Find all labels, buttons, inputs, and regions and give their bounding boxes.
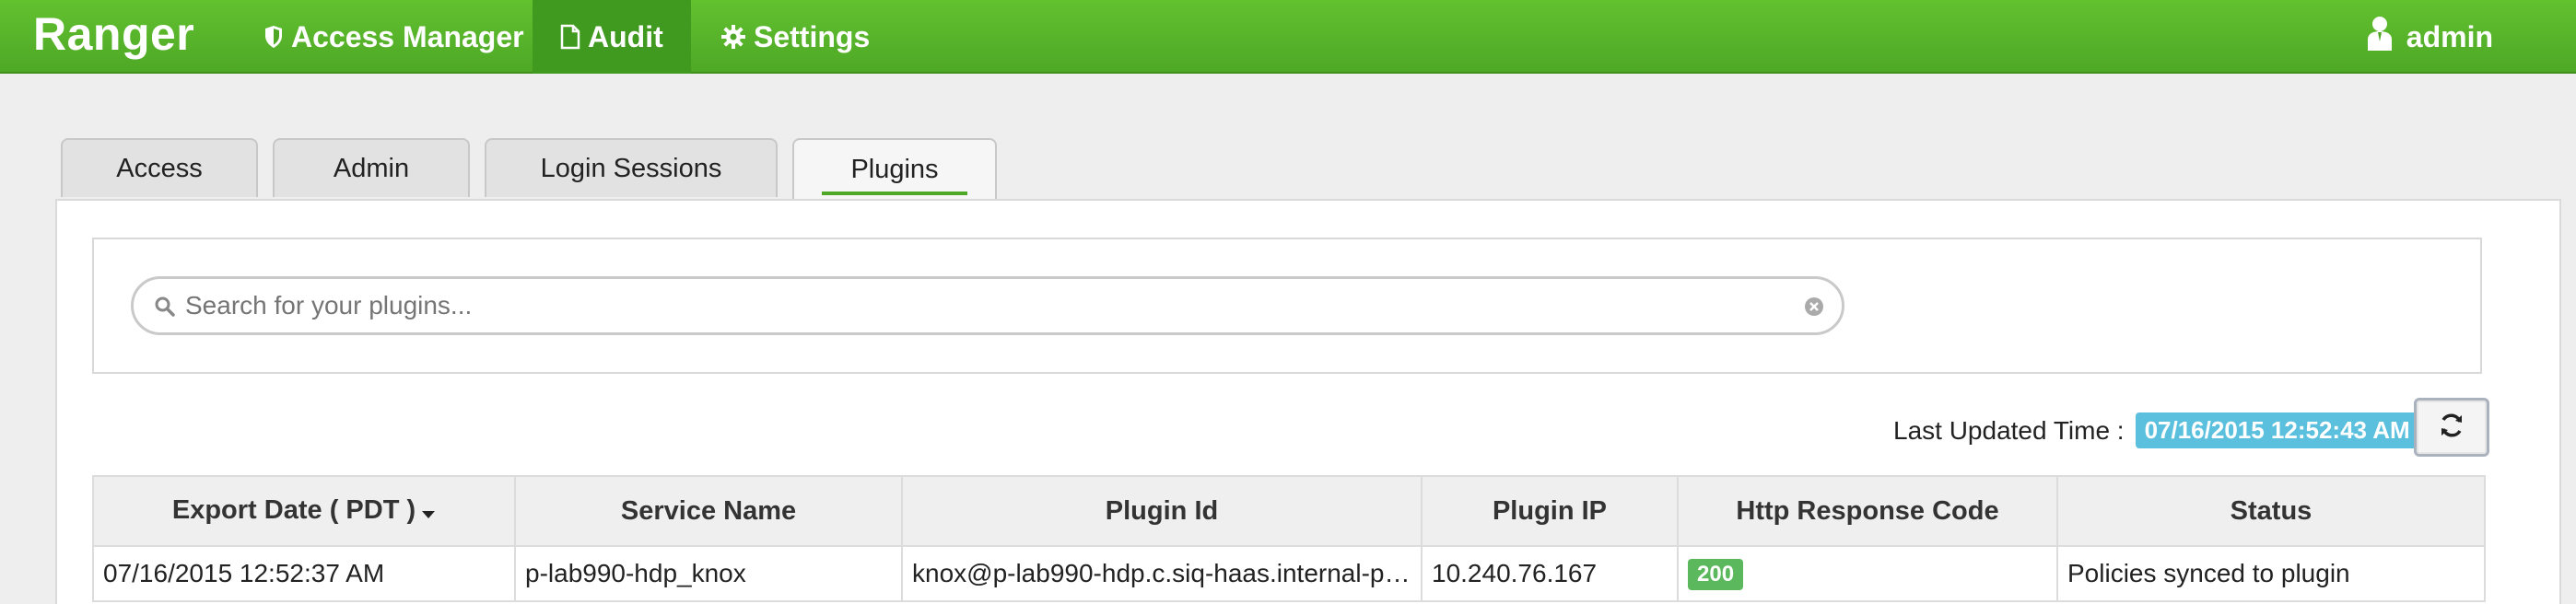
tab-access-label: Access: [116, 153, 203, 183]
http-code-badge: 200: [1688, 558, 1744, 590]
cell-status: Policies synced to plugin: [2056, 545, 2486, 602]
nav-access-manager[interactable]: Access Manager: [236, 0, 552, 74]
active-tab-indicator: [822, 192, 967, 195]
cell-service-name: p-lab990-hdp_knox: [514, 545, 903, 602]
tab-login-sessions[interactable]: Login Sessions: [485, 138, 778, 197]
tab-access[interactable]: Access: [61, 138, 258, 197]
table-row: 07/16/2015 12:52:37 AM p-lab990-hdp_knox…: [92, 545, 2486, 602]
search-icon: [154, 296, 176, 322]
column-header-service-name[interactable]: Service Name: [514, 475, 903, 547]
nav-audit[interactable]: Audit: [533, 0, 691, 74]
search-bar[interactable]: [131, 276, 1844, 335]
cell-http-response-code: 200: [1677, 545, 2058, 602]
tab-admin[interactable]: Admin: [273, 138, 470, 197]
user-icon: [2366, 16, 2394, 58]
nav-access-manager-label: Access Manager: [291, 19, 524, 53]
column-header-plugin-id[interactable]: Plugin Id: [901, 475, 1423, 547]
last-updated-time-badge: 07/16/2015 12:52:43 AM: [2135, 412, 2419, 448]
column-header-export-date[interactable]: Export Date ( PDT ): [92, 475, 516, 547]
tab-plugins-label: Plugins: [850, 154, 939, 184]
search-input[interactable]: [185, 291, 1751, 320]
column-header-status[interactable]: Status: [2056, 475, 2486, 547]
gear-icon: [720, 24, 746, 50]
sort-desc-icon: [421, 496, 436, 527]
user-name: admin: [2406, 19, 2493, 53]
nav-settings[interactable]: Settings: [693, 0, 897, 74]
cell-plugin-id: knox@p-lab990-hdp.c.siq-haas.internal-p-…: [901, 545, 1423, 602]
cell-plugin-ip: 10.240.76.167: [1421, 545, 1679, 602]
tab-login-sessions-label: Login Sessions: [540, 153, 722, 183]
file-icon: [560, 24, 580, 50]
table-header-row: Export Date ( PDT ) Service Name Plugin …: [92, 475, 2486, 547]
tab-plugins[interactable]: Plugins: [792, 138, 997, 199]
last-updated: Last Updated Time : 07/16/2015 12:52:43 …: [1893, 412, 2419, 448]
top-navbar: Ranger Access Manager Audit Settings adm…: [0, 0, 2576, 74]
user-menu[interactable]: admin: [2366, 0, 2493, 74]
shield-icon: [263, 25, 284, 49]
column-header-http-response-code[interactable]: Http Response Code: [1677, 475, 2058, 547]
nav-audit-label: Audit: [588, 19, 663, 53]
refresh-icon: [2438, 412, 2465, 444]
last-updated-label: Last Updated Time :: [1893, 415, 2125, 445]
nav-settings-label: Settings: [754, 19, 871, 53]
brand-logo[interactable]: Ranger: [33, 7, 194, 61]
refresh-button[interactable]: [2414, 398, 2489, 457]
column-header-plugin-ip[interactable]: Plugin IP: [1421, 475, 1679, 547]
cell-export-date: 07/16/2015 12:52:37 AM: [92, 545, 516, 602]
tab-admin-label: Admin: [333, 153, 410, 183]
plugins-table: Export Date ( PDT ) Service Name Plugin …: [92, 475, 2486, 602]
clear-search-icon[interactable]: [1803, 296, 1825, 322]
